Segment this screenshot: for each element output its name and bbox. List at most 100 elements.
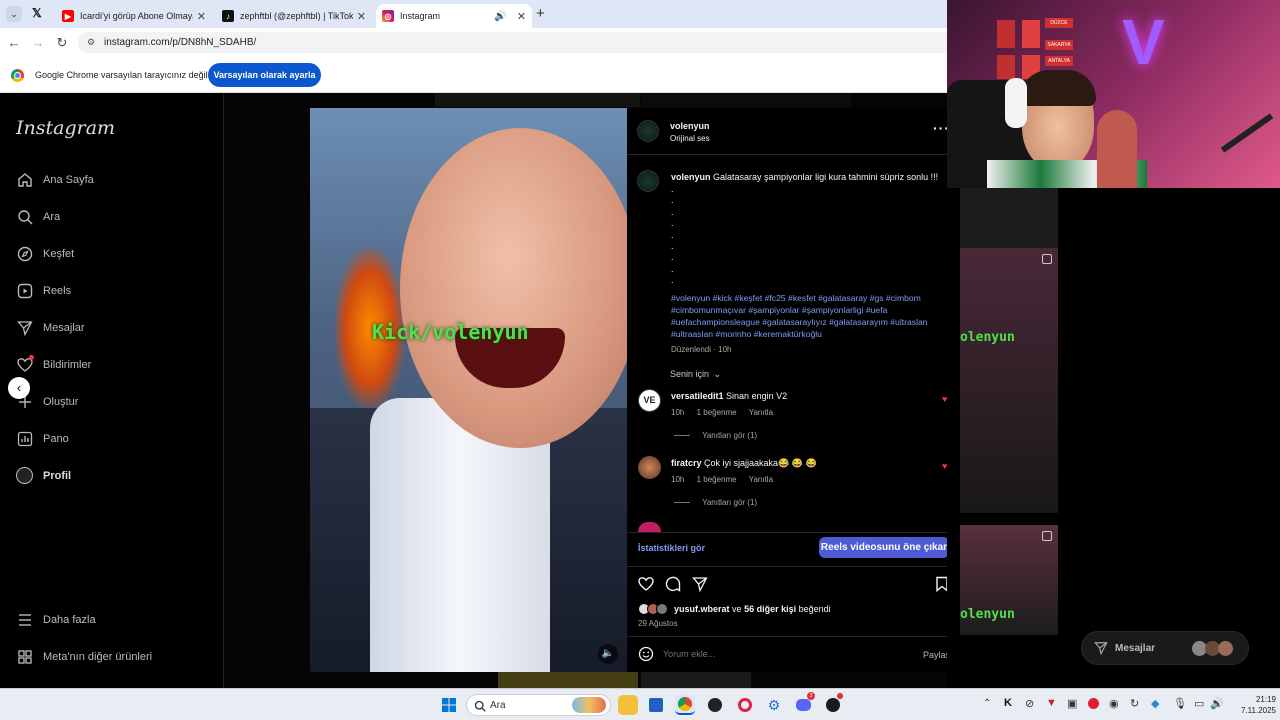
tab-x[interactable]: 𝕏 [32,6,46,22]
start-icon[interactable] [439,695,459,715]
sidebar-more[interactable]: Daha fazla [16,611,96,628]
tab-search-button[interactable]: ⌄ [6,6,22,22]
post-comment-button[interactable]: Paylaş [923,650,950,660]
liked-by-others[interactable]: 56 diğer kişi [744,604,796,614]
tab-tiktok[interactable]: ♪ zephftbl (@zephftbl) | TikTok ✕ [216,4,372,28]
sidebar-item-reels[interactable]: Reels [16,282,71,299]
liked-by-user[interactable]: yusuf.wberat [674,604,730,614]
share-icon[interactable] [692,576,708,597]
site-info-icon[interactable]: ⚙ [87,32,95,53]
send-icon [1094,641,1108,660]
sidebar-item-explore[interactable]: Keşfet [16,245,74,262]
tray-kick-icon[interactable]: K [1004,697,1012,709]
tray-icon[interactable]: ◆ [1151,697,1159,710]
back-icon[interactable]: ← [2,35,26,50]
view-replies[interactable]: Yanıtları gör (1) [674,498,757,507]
tab-title: Instagram [400,11,441,21]
forward-icon[interactable]: → [26,35,50,50]
grid-icon [16,648,33,665]
comment-username[interactable]: versatiledit1 [671,391,724,401]
comment-sort-dropdown[interactable]: Senin için ⌄ [670,369,721,380]
tray-icon[interactable] [1088,698,1099,709]
avatar[interactable] [637,170,659,192]
avatar [1218,641,1233,656]
close-icon[interactable]: ✕ [197,10,206,23]
sidebar-item-notifications[interactable]: Bildirimler [16,355,91,373]
avatar[interactable]: VE [638,389,661,412]
close-icon[interactable]: ✕ [357,10,366,23]
opera-icon[interactable] [735,695,755,715]
set-default-button[interactable]: Varsayılan olarak ayarla [208,63,321,87]
ig-sidebar: Instagram Ana Sayfa Ara Keşfet Reels Mes… [0,93,224,688]
taskbar-search[interactable]: Ara [466,694,611,716]
comment-likes[interactable]: 1 beğenme [697,475,737,484]
volume-icon[interactable]: 🔊 [1210,697,1224,710]
caption-dots: . . . . . . . . . [671,184,691,287]
wifi-icon[interactable]: 🎙 [1173,697,1187,710]
network-app-icon[interactable]: ⚙ [764,695,784,715]
sidebar-item-messages[interactable]: Mesajlar [16,319,85,336]
tiktok-icon: ♪ [222,10,234,22]
caption-username[interactable]: volenyun [671,172,711,182]
post-username[interactable]: volenyun [670,121,710,131]
mute-icon[interactable]: 🔈 [598,644,618,664]
liked-by[interactable]: yusuf.wberat ve 56 diğer kişi beğendi [674,604,831,614]
tray-chevron-icon[interactable]: ⌃ [983,698,991,709]
reel-video[interactable]: Kick/volenyun 🔈 [310,108,627,672]
prev-post-button[interactable]: ‹ [8,377,30,399]
tray-icon[interactable]: ◉ [1109,697,1119,710]
sidebar-item-label: Oluştur [43,395,79,408]
comment-meta: 10h 1 beğenme Yanıtla [671,408,783,417]
chrome-icon [11,69,24,82]
menu-icon [16,611,33,628]
reply-button[interactable]: Yanıtla [749,475,773,484]
sidebar-item-search[interactable]: Ara [16,208,60,225]
tray-icon[interactable]: ⊘ [1025,697,1034,710]
caption-hashtags[interactable]: #volenyun #kick #keşfet #fc25 #kesfet #g… [671,292,951,340]
file-explorer-icon[interactable] [618,695,638,715]
new-tab-button[interactable]: + [536,5,545,22]
insights-link[interactable]: İstatistikleri gör [638,543,705,553]
reels-icon [1042,531,1052,541]
boost-reel-button[interactable]: Reels videosunu öne çıkar [819,537,949,558]
messages-pill[interactable]: Mesajlar [1081,631,1249,665]
sidebar-meta-products[interactable]: Meta'nın diğer ürünleri [16,648,152,665]
reload-icon[interactable]: ↻ [50,35,74,51]
comment-icon[interactable] [665,576,681,597]
avatar[interactable] [638,456,661,479]
tray-icon[interactable]: ▣ [1067,697,1077,710]
url-field[interactable]: ⚙ instagram.com/p/DN8hN_SDAHB/ [78,32,947,53]
sidebar-item-profile[interactable]: Profil [16,467,71,484]
comment-username[interactable]: firatcry [671,458,702,468]
avatar[interactable] [637,120,659,142]
view-replies[interactable]: Yanıtları gör (1) [674,431,757,440]
obs-icon[interactable] [823,693,843,715]
reply-button[interactable]: Yanıtla [749,408,773,417]
tray-icon[interactable]: ↻ [1130,697,1139,710]
store-icon[interactable] [646,695,666,715]
neon-v-logo: V [1122,6,1165,78]
tray-icon[interactable]: ▼ [1046,697,1057,709]
tab-youtube[interactable]: ▶ Icardi'yi görüp Abone Olmayan ✕ [56,4,212,28]
speaker-icon[interactable]: 🔊 [494,11,506,22]
network-icon[interactable]: ▭ [1194,697,1204,710]
discord-icon[interactable]: 3 [793,692,815,715]
sidebar-item-dashboard[interactable]: Pano [16,430,69,447]
tab-instagram[interactable]: ◎ Instagram 🔊 ✕ [376,4,532,28]
clock[interactable]: 21:19 7.11.2025 [1232,694,1276,716]
sidebar-item-home[interactable]: Ana Sayfa [16,171,94,188]
steam-icon[interactable] [705,695,725,715]
comment-likes[interactable]: 1 beğenme [697,408,737,417]
audio-label[interactable]: Orijinal ses [670,134,710,143]
right-feed-area: olenyun olenyun Mesajlar [947,188,1280,688]
instagram-logo[interactable]: Instagram [16,117,115,139]
chrome-icon[interactable] [675,695,695,715]
recording-dot [837,693,843,699]
comment-input[interactable] [663,647,903,661]
notification-dot [29,355,34,360]
sidebar-item-label: Meta'nın diğer ürünleri [43,650,153,663]
emoji-icon[interactable] [638,646,654,667]
close-icon[interactable]: ✕ [517,10,526,23]
heart-icon [16,355,34,373]
like-icon[interactable] [638,576,654,597]
